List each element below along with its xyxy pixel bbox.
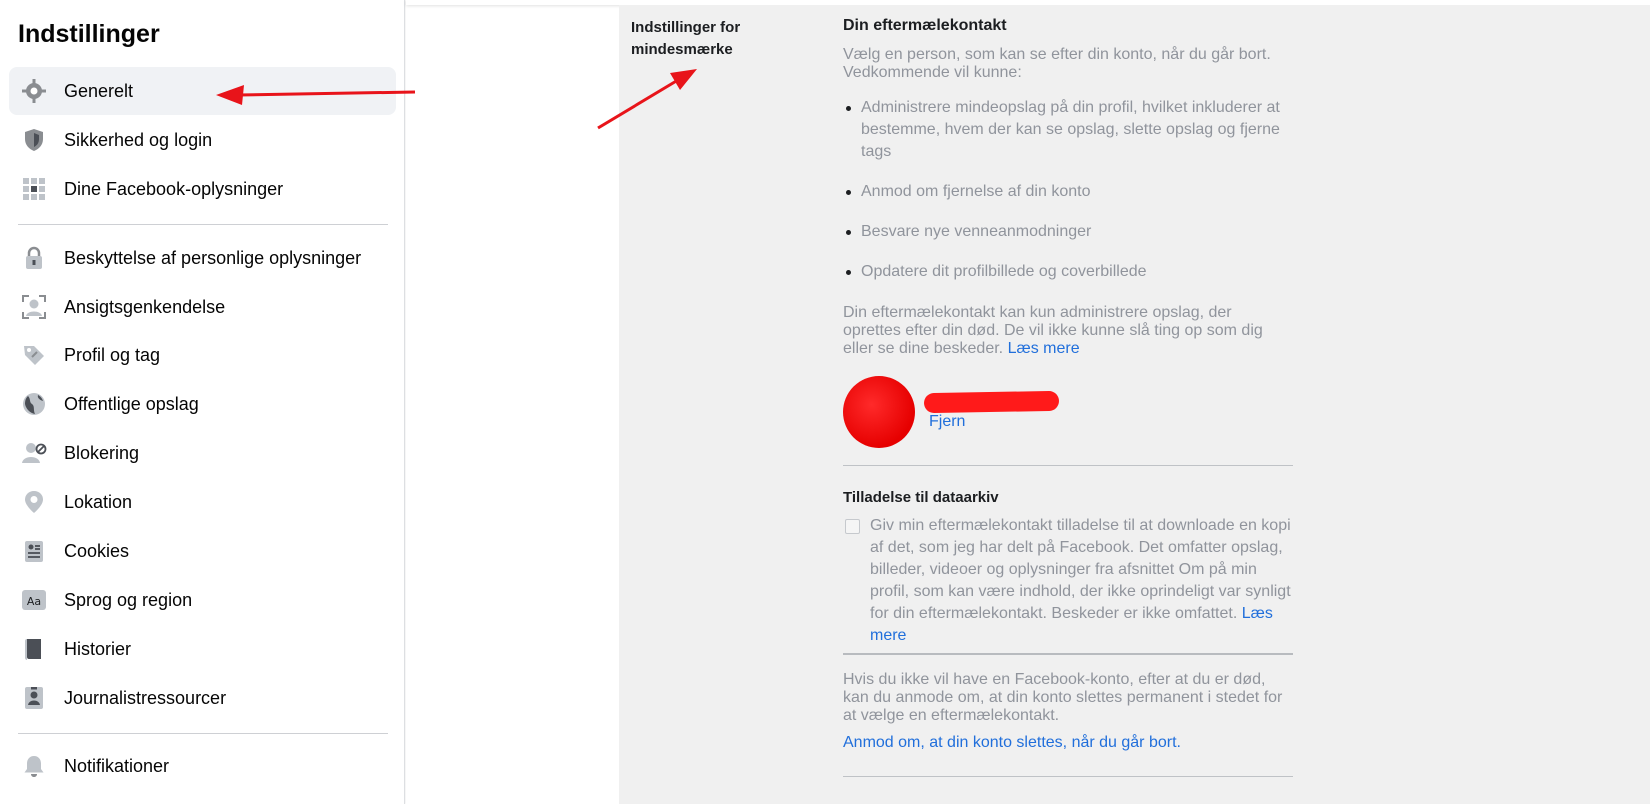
- list-item: Opdatere dit profilbillede og coverbille…: [843, 261, 1293, 283]
- section-label: Indstillinger for mindesmærke: [631, 19, 741, 58]
- archive-text: Giv min eftermælekontakt tilladelse til …: [870, 517, 1291, 622]
- list-item: Anmod om fjernelse af din konto: [843, 181, 1293, 203]
- location-pin-icon: [20, 488, 48, 516]
- memorialization-settings-panel: Indstillinger for mindesmærke Din efterm…: [619, 5, 1650, 804]
- remove-contact-link[interactable]: Fjern: [929, 413, 965, 431]
- sidebar-item-location[interactable]: Lokation: [9, 478, 396, 526]
- sidebar-item-journalist-resources[interactable]: Journalistressourcer: [9, 674, 396, 722]
- data-archive-description: Giv min eftermælekontakt tilladelse til …: [870, 515, 1295, 647]
- sidebar-item-label: Cookies: [64, 540, 130, 561]
- sidebar-item-label: Offentlige opslag: [64, 393, 199, 414]
- sidebar-item-privacy[interactable]: Beskyttelse af personlige oplysninger: [9, 234, 396, 282]
- abilities-list: Administrere mindeopslag på din profil, …: [843, 97, 1293, 283]
- sidebar-item-facebook-info[interactable]: Dine Facebook-oplysninger: [9, 165, 396, 213]
- block-user-icon: [20, 439, 48, 467]
- list-item: Besvare nye venneanmodninger: [843, 221, 1293, 243]
- sidebar-item-label: Profil og tag: [64, 344, 161, 365]
- id-card-icon: [20, 684, 48, 712]
- sidebar-item-label: Sprog og region: [64, 589, 193, 610]
- learn-more-link[interactable]: Læs mere: [1008, 340, 1080, 357]
- sidebar-item-label: Sikkerhed og login: [64, 129, 213, 150]
- book-icon: [20, 635, 48, 663]
- sidebar-item-label: Journalistressourcer: [64, 687, 227, 708]
- cookie-doc-icon: [20, 537, 48, 565]
- sidebar-item-security[interactable]: Sikkerhed og login: [9, 116, 396, 164]
- sidebar-item-label: Ansigtsgenkendelse: [64, 296, 226, 317]
- svg-text:Aa: Aa: [27, 595, 41, 608]
- sidebar-item-cookies[interactable]: Cookies: [9, 527, 396, 575]
- sidebar-item-label: Notifikationer: [64, 755, 170, 776]
- grid-icon: [20, 175, 48, 203]
- legacy-contact-note: Din eftermælekontakt kan kun administrer…: [843, 304, 1293, 358]
- sidebar-item-public-posts[interactable]: Offentlige opslag: [9, 380, 396, 428]
- redacted-contact-name: [923, 390, 1060, 414]
- delete-account-text: Hvis du ikke vil have en Facebook-konto,…: [843, 671, 1283, 724]
- sidebar-item-blocking[interactable]: Blokering: [9, 429, 396, 477]
- section-divider: [843, 465, 1293, 466]
- tag-icon: [20, 341, 48, 369]
- data-archive-heading: Tilladelse til dataarkiv: [843, 489, 999, 506]
- sidebar-item-face-recognition[interactable]: Ansigtsgenkendelse: [9, 283, 396, 331]
- language-icon: Aa: [20, 586, 48, 614]
- sidebar-item-label: Historier: [64, 638, 132, 659]
- list-item: Administrere mindeopslag på din profil, …: [843, 97, 1293, 163]
- sidebar-item-general[interactable]: Generelt: [9, 67, 396, 115]
- sidebar-item-label: Lokation: [64, 491, 133, 512]
- section-divider: [843, 653, 1293, 655]
- shield-icon: [20, 126, 48, 154]
- settings-sidebar: Indstillinger Generelt Sikkerhed og logi…: [0, 0, 405, 804]
- sidebar-item-language-region[interactable]: Aa Sprog og region: [9, 576, 396, 624]
- sidebar-item-label: Beskyttelse af personlige oplysninger: [64, 247, 362, 268]
- sidebar-item-stories[interactable]: Historier: [9, 625, 396, 673]
- section-divider: [843, 776, 1293, 777]
- legacy-contact-avatar: [843, 376, 915, 448]
- sidebar-item-label: Generelt: [64, 80, 134, 101]
- face-scan-icon: [20, 293, 48, 321]
- request-deletion-link[interactable]: Anmod om, at din konto slettes, når du g…: [843, 734, 1293, 752]
- sidebar-item-profile-tagging[interactable]: Profil og tag: [9, 331, 396, 379]
- sidebar-item-label: Dine Facebook-oplysninger: [64, 178, 284, 199]
- data-archive-checkbox[interactable]: [845, 519, 860, 534]
- sidebar-divider: [18, 224, 388, 225]
- bell-icon: [20, 752, 48, 780]
- legacy-contact-heading: Din eftermælekontakt: [843, 17, 1007, 34]
- globe-icon: [20, 390, 48, 418]
- sidebar-item-notifications[interactable]: Notifikationer: [9, 742, 396, 790]
- blank-gutter: [406, 0, 619, 804]
- lock-icon: [20, 244, 48, 272]
- gear-icon: [20, 77, 48, 105]
- sidebar-divider: [18, 733, 388, 734]
- sidebar-item-label: Blokering: [64, 442, 140, 463]
- legacy-contact-intro: Vælg en person, som kan se efter din kon…: [843, 46, 1271, 81]
- sidebar-title: Indstillinger: [18, 20, 160, 48]
